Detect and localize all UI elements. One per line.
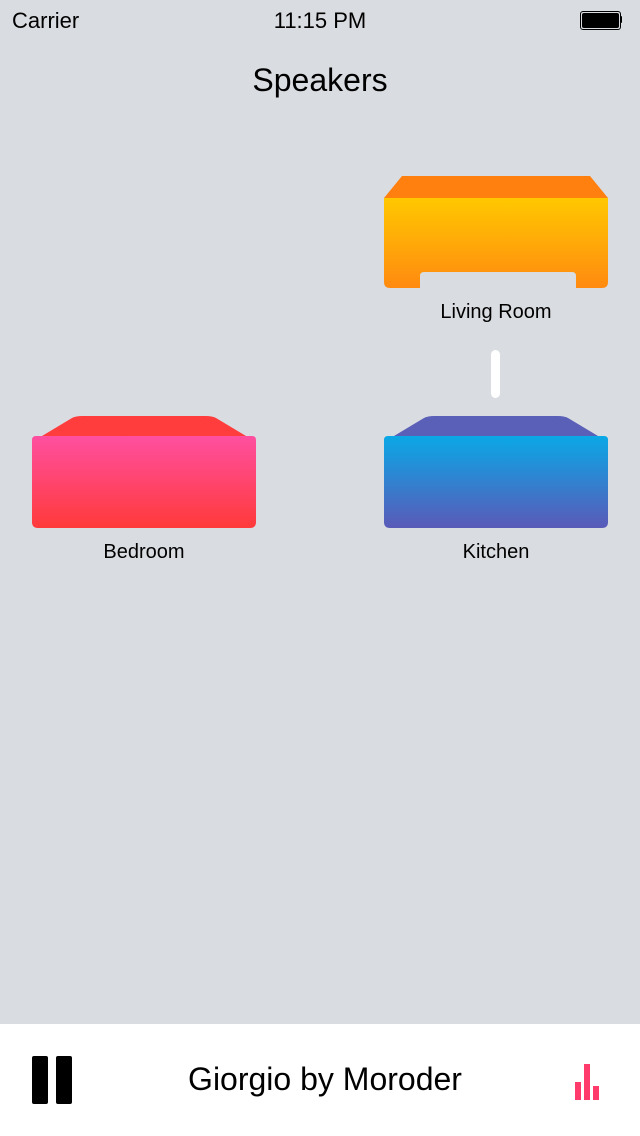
- speaker-living-room-icon: [384, 176, 608, 288]
- speaker-living-room-label: Living Room: [440, 301, 552, 323]
- speaker-bedroom-icon: [32, 416, 256, 528]
- speaker-kitchen[interactable]: Kitchen: [384, 416, 608, 563]
- now-playing-bar: Giorgio by Moroder: [0, 1024, 640, 1136]
- speaker-bedroom[interactable]: Bedroom: [32, 416, 256, 563]
- status-time: 11:15 PM: [273, 8, 367, 33]
- speaker-living-room[interactable]: Living Room: [384, 176, 608, 323]
- page-title: Speakers: [252, 62, 388, 98]
- status-bar: Carrier 11:15 PM: [0, 0, 640, 40]
- battery-full-icon: [580, 11, 622, 30]
- pause-button[interactable]: [28, 1054, 76, 1106]
- speaker-kitchen-icon: [384, 416, 608, 528]
- equalizer-icon[interactable]: [570, 1060, 604, 1100]
- now-playing-title[interactable]: Giorgio by Moroder: [100, 1061, 550, 1098]
- speaker-bedroom-label: Bedroom: [103, 541, 185, 563]
- speaker-kitchen-label: Kitchen: [462, 541, 530, 563]
- speaker-link-connector: [491, 350, 500, 398]
